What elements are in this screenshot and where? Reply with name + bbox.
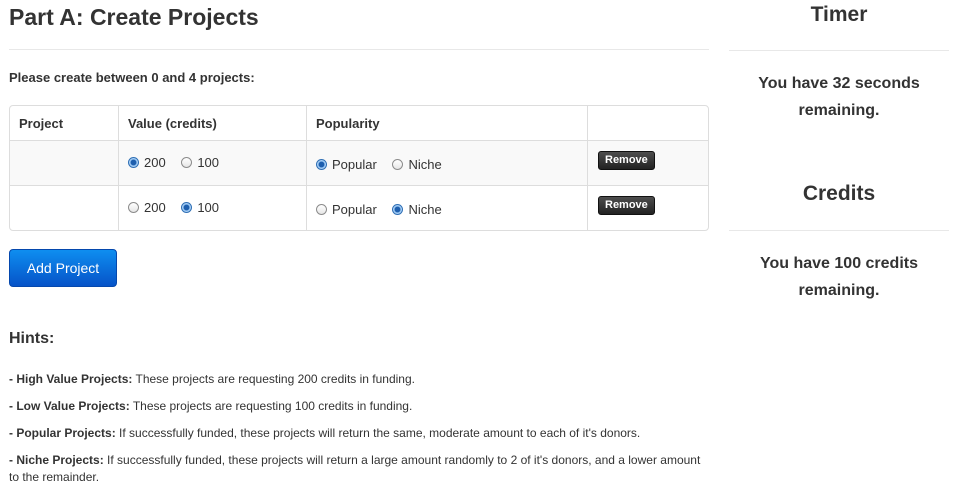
actions-cell: Remove: [587, 185, 708, 230]
credits-divider: [729, 230, 949, 231]
page: Part A: Create Projects Please create be…: [0, 0, 976, 496]
project-cell: [10, 185, 118, 230]
hint-term: - Popular Projects:: [9, 426, 116, 440]
hint-text: These projects are requesting 100 credit…: [129, 399, 413, 413]
timer-title: Timer: [810, 3, 868, 26]
credits-title: Credits: [802, 182, 876, 205]
hint-term: - Niche Projects:: [9, 453, 104, 467]
header-value: Value (credits): [118, 106, 306, 140]
radio-label: Popular: [332, 202, 377, 217]
divider: [9, 49, 709, 50]
credits-text: You have 100 credits remaining.: [729, 250, 949, 304]
value-cell: 200 100: [118, 185, 306, 230]
timer-text-line2: remaining.: [798, 102, 880, 119]
header-actions: [587, 106, 708, 140]
timer-text: You have 32 seconds remaining.: [729, 70, 949, 124]
radio-button[interactable]: [181, 157, 193, 168]
radio-label: 100: [197, 200, 220, 215]
popularity-option-popular[interactable]: Popular: [316, 202, 377, 217]
value-option-200[interactable]: 200: [128, 200, 166, 215]
hint-text: If successfully funded, these projects w…: [9, 453, 701, 484]
hint-term: - Low Value Projects:: [9, 399, 130, 413]
radio-button[interactable]: [316, 204, 327, 215]
value-cell: 200 100: [118, 140, 306, 185]
hint-high-value: - High Value Projects: These projects ar…: [9, 371, 709, 388]
value-option-200[interactable]: 200: [128, 155, 166, 170]
header-popularity: Popularity: [306, 106, 587, 140]
radio-label: Popular: [332, 157, 377, 172]
value-option-100[interactable]: 100: [181, 155, 219, 170]
page-title: Part A: Create Projects: [9, 4, 259, 30]
hint-niche: - Niche Projects: If successfully funded…: [9, 452, 709, 486]
hint-text: These projects are requesting 200 credit…: [132, 372, 415, 386]
hint-text: If successfully funded, these projects w…: [115, 426, 641, 440]
popularity-cell: Popular Niche: [306, 185, 587, 230]
actions-cell: Remove: [587, 140, 708, 185]
hint-low-value: - Low Value Projects: These projects are…: [9, 398, 709, 415]
header-project: Project: [19, 115, 64, 131]
radio-button[interactable]: [128, 202, 139, 213]
radio-label: Niche: [408, 157, 442, 172]
table-row: 200 100 Popular Niche Remove: [10, 140, 708, 185]
timer-text-line1: You have 32 seconds: [758, 75, 920, 92]
radio-button-checked[interactable]: [392, 204, 404, 215]
value-option-100[interactable]: 100: [181, 200, 219, 215]
popularity-option-niche[interactable]: Niche: [392, 202, 442, 217]
radio-button[interactable]: [392, 159, 404, 170]
radio-button-checked[interactable]: [181, 202, 193, 213]
hint-term: - High Value Projects:: [9, 372, 133, 386]
popularity-option-popular[interactable]: Popular: [316, 157, 377, 172]
popularity-option-niche[interactable]: Niche: [392, 157, 442, 172]
table-row: 200 100 Popular Niche Remove: [10, 185, 708, 230]
projects-table: Project Value (credits) Popularity 200 1…: [9, 105, 709, 231]
credits-text-line2: remaining.: [798, 282, 880, 299]
radio-button-checked[interactable]: [128, 157, 139, 168]
hint-popular: - Popular Projects: If successfully fund…: [9, 425, 709, 442]
add-project-button[interactable]: Add Project: [9, 249, 117, 287]
remove-button[interactable]: Remove: [598, 150, 655, 170]
popularity-cell: Popular Niche: [306, 140, 587, 185]
project-cell: [10, 140, 118, 185]
instructions-text: Please create between 0 and 4 projects:: [9, 70, 255, 85]
radio-label: 200: [144, 155, 166, 170]
remove-button[interactable]: Remove: [598, 195, 655, 215]
radio-button-checked[interactable]: [316, 159, 327, 170]
hints-heading: Hints:: [9, 330, 55, 347]
radio-label: 100: [197, 155, 220, 170]
radio-label: 200: [144, 200, 166, 215]
table-header-row: Project Value (credits) Popularity: [10, 106, 708, 140]
timer-divider: [729, 50, 949, 51]
radio-label: Niche: [408, 202, 442, 217]
credits-text-line1: You have 100 credits: [760, 255, 918, 272]
